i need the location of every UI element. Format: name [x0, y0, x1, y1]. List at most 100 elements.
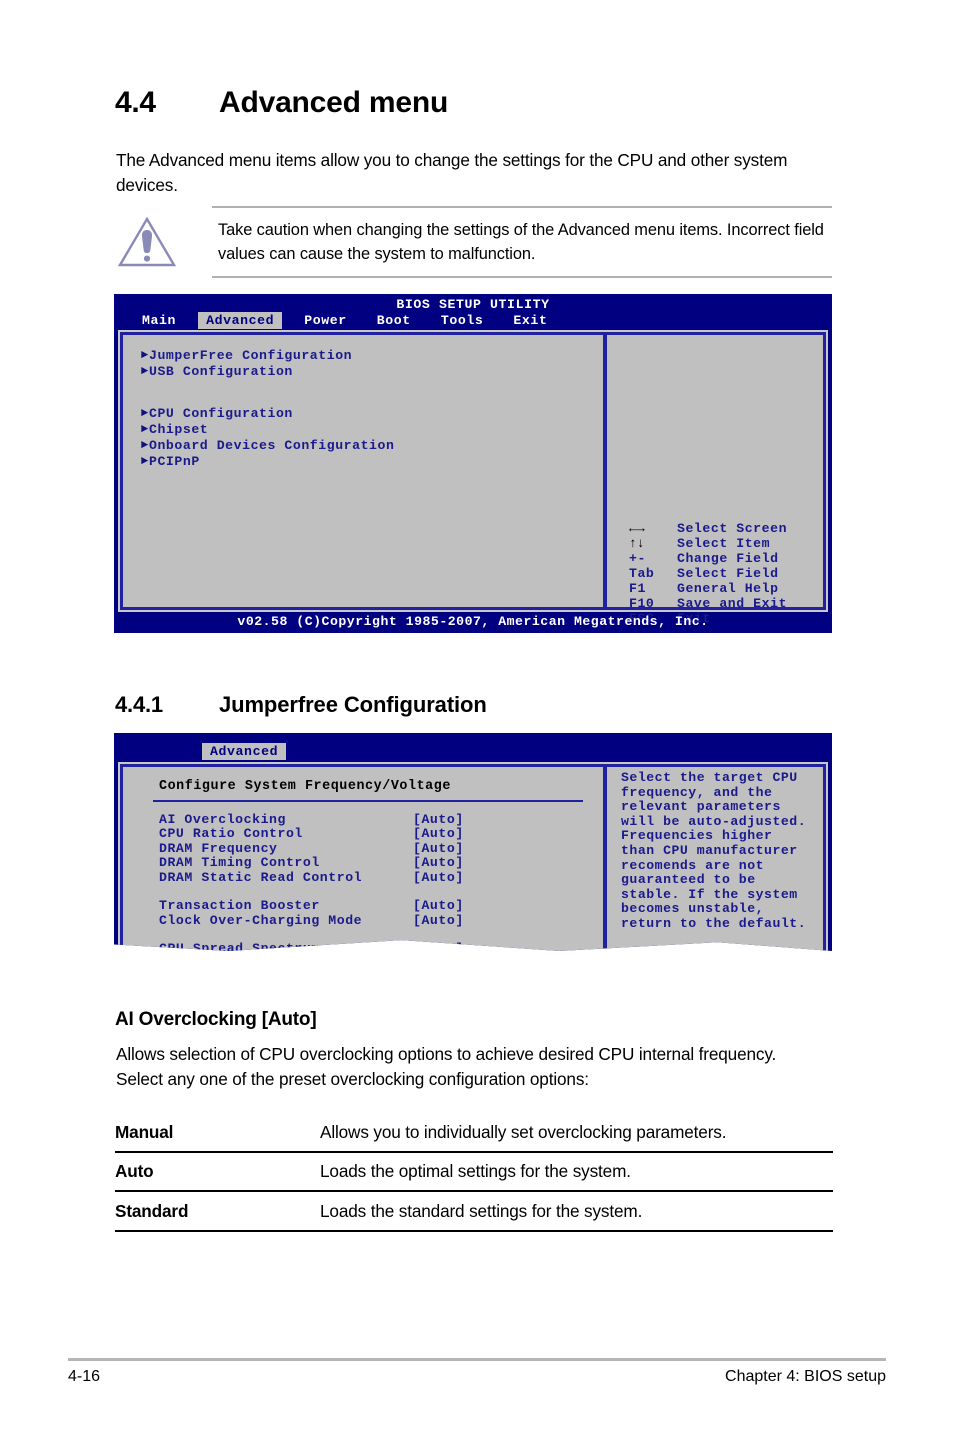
- bios-tab-boot[interactable]: Boot: [369, 312, 419, 329]
- bios-menu-item-label: PCIPnP: [149, 453, 200, 469]
- setting-row-clock-over-charging-mode[interactable]: Clock Over-Charging Mode [Auto]: [123, 913, 603, 928]
- key-legend-key: +-: [629, 551, 646, 566]
- bios-menu-item-cpu[interactable]: ► CPU Configuration: [123, 405, 603, 421]
- bios-menu-item-label: CPU Configuration: [149, 405, 293, 421]
- option-term: Auto: [115, 1161, 154, 1181]
- document-page: 4.4 Advanced menu The Advanced menu item…: [0, 0, 954, 1438]
- bios-screenshot-advanced-menu: BIOS SETUP UTILITY Main Advanced Power B…: [114, 294, 832, 633]
- setting-label: PCIE Spread Spectrum: [159, 955, 329, 971]
- table-row: Manual Allows you to individually set ov…: [115, 1113, 833, 1153]
- bios-menu-item-label: Onboard Devices Configuration: [149, 437, 395, 453]
- bios-help-text: Select the target CPU frequency, and the…: [621, 770, 807, 931]
- bios-menu-item-chipset[interactable]: ► Chipset: [123, 421, 603, 437]
- bios-menu-item-label: USB Configuration: [149, 363, 293, 379]
- settings-gap: [123, 885, 603, 899]
- note-bottom-rule: [212, 276, 832, 278]
- menu-gap: [123, 379, 603, 405]
- warning-triangle-icon: [117, 216, 177, 268]
- option-term: Manual: [115, 1121, 174, 1142]
- setting-row-dram-static-read-control[interactable]: DRAM Static Read Control [Auto]: [123, 870, 603, 885]
- submenu-arrow-icon: ►: [141, 406, 149, 420]
- section-intro-text: The Advanced menu items allow you to cha…: [116, 150, 788, 195]
- footer-page-number: 4-16: [68, 1368, 101, 1385]
- bios-tab-exit[interactable]: Exit: [505, 312, 555, 329]
- setting-value: [Auto]: [413, 912, 464, 928]
- bios-menu-item-usb[interactable]: ► USB Configuration: [123, 363, 603, 379]
- key-legend-key: F10: [629, 596, 655, 611]
- setting-row-pcie-spread-spectrum[interactable]: PCIE Spread Spectrum [Auto]: [123, 956, 603, 971]
- section-title: Advanced menu: [219, 86, 449, 119]
- submenu-arrow-icon: ►: [141, 454, 149, 468]
- bios-tab-advanced[interactable]: Advanced: [198, 312, 283, 329]
- bios-settings-panel: Configure System Frequency/Voltage AI Ov…: [123, 767, 603, 957]
- key-legend-row: Tab Select Field: [629, 566, 787, 581]
- arrow-up-down-icon: ↑↓: [629, 536, 645, 551]
- option-term: Standard: [115, 1200, 189, 1221]
- bios-help-panel: ←→ Select Screen ↑↓ Select Item +- Chang…: [607, 335, 823, 626]
- key-legend-label: Save and Exit: [677, 596, 788, 611]
- submenu-arrow-icon: ►: [141, 364, 149, 378]
- key-legend-key: Tab: [629, 566, 655, 581]
- submenu-arrow-icon: ►: [141, 422, 149, 436]
- setting-value: [Auto]: [413, 855, 464, 871]
- setting-row-dram-frequency[interactable]: DRAM Frequency [Auto]: [123, 841, 603, 856]
- setting-row-cpu-spread-spectrum[interactable]: CPU Spread Spectrum [Auto]: [123, 941, 603, 957]
- option-description: Loads the optimal settings for the syste…: [320, 1161, 631, 1181]
- setting-value: [Auto]: [413, 826, 464, 842]
- bios-tab-main[interactable]: Main: [134, 312, 184, 329]
- bios-menu-item-label: JumperFree Configuration: [149, 347, 353, 363]
- key-legend-label: General Help: [677, 581, 779, 596]
- key-legend-label: Select Item: [677, 536, 771, 551]
- ai-overclocking-heading: AI Overclocking [Auto]: [115, 1009, 317, 1030]
- bios-tab-tools[interactable]: Tools: [433, 312, 492, 329]
- settings-gap: [123, 928, 603, 942]
- bios-tab-bar-jumperfree: Advanced: [202, 743, 300, 760]
- bios-tab-advanced[interactable]: Advanced: [202, 743, 287, 760]
- submenu-arrow-icon: ►: [141, 438, 149, 452]
- bios-body: ► JumperFree Configuration ► USB Configu…: [118, 330, 828, 626]
- key-legend-label: Select Screen: [677, 521, 788, 536]
- key-legend-row: +- Change Field: [629, 551, 787, 566]
- page-title: 4.4 Advanced menu: [115, 86, 448, 120]
- bios-tab-bar: Main Advanced Power Boot Tools Exit: [134, 312, 569, 329]
- bios-help-panel-jumperfree: Select the target CPU frequency, and the…: [607, 767, 823, 951]
- setting-label: CPU Spread Spectrum: [159, 941, 320, 957]
- footer-chapter-label: Chapter 4: BIOS setup: [725, 1368, 886, 1385]
- setting-value: [Auto]: [413, 869, 464, 885]
- setting-value: [Auto]: [413, 898, 464, 914]
- key-legend-key: F1: [629, 581, 646, 596]
- bios-menu-item-jumperfree[interactable]: ► JumperFree Configuration: [123, 347, 603, 363]
- setting-label: Clock Over-Charging Mode: [159, 912, 363, 928]
- key-legend-row: F10 Save and Exit: [629, 596, 787, 611]
- setting-row-transaction-booster[interactable]: Transaction Booster [Auto]: [123, 898, 603, 914]
- option-description: Allows you to individually set overclock…: [320, 1121, 727, 1142]
- arrow-left-right-icon: ←→: [629, 521, 645, 536]
- bios-key-legend: ←→ Select Screen ↑↓ Select Item +- Chang…: [629, 521, 787, 626]
- table-row: Auto Loads the optimal settings for the …: [115, 1153, 833, 1192]
- settings-gap: [123, 802, 603, 812]
- bios-body-jumperfree: Configure System Frequency/Voltage AI Ov…: [118, 762, 828, 957]
- option-description: Loads the standard settings for the syst…: [320, 1200, 643, 1221]
- setting-value: [Auto]: [413, 840, 464, 856]
- footer-rule: [68, 1358, 886, 1361]
- setting-value: [Auto]: [413, 955, 464, 971]
- setting-row-ai-overclocking[interactable]: AI Overclocking [Auto]: [123, 812, 603, 827]
- setting-row-cpu-ratio-control[interactable]: CPU Ratio Control [Auto]: [123, 826, 603, 842]
- setting-value: [Auto]: [413, 941, 464, 957]
- bios-menu-item-onboard-devices[interactable]: ► Onboard Devices Configuration: [123, 437, 603, 453]
- setting-row-dram-timing-control[interactable]: DRAM Timing Control [Auto]: [123, 855, 603, 871]
- overclocking-options-table: Manual Allows you to individually set ov…: [115, 1113, 833, 1232]
- key-legend-row: ←→ Select Screen: [629, 521, 787, 536]
- key-legend-row: ↑↓ Select Item: [629, 536, 787, 551]
- bios-utility-title: BIOS SETUP UTILITY: [396, 297, 550, 312]
- caution-note-text: Take caution when changing the settings …: [218, 221, 824, 263]
- settings-group-heading: Configure System Frequency/Voltage: [159, 779, 451, 794]
- key-legend-label: Select Field: [677, 566, 779, 581]
- section-number: 4.4: [115, 86, 156, 119]
- bios-menu-item-label: Chipset: [149, 421, 209, 437]
- caution-note: Take caution when changing the settings …: [114, 206, 832, 278]
- submenu-arrow-icon: ►: [141, 348, 149, 362]
- bios-tab-power[interactable]: Power: [296, 312, 355, 329]
- bios-menu-item-pcipnp[interactable]: ► PCIPnP: [123, 453, 603, 469]
- setting-label: CPU Ratio Control: [159, 826, 303, 842]
